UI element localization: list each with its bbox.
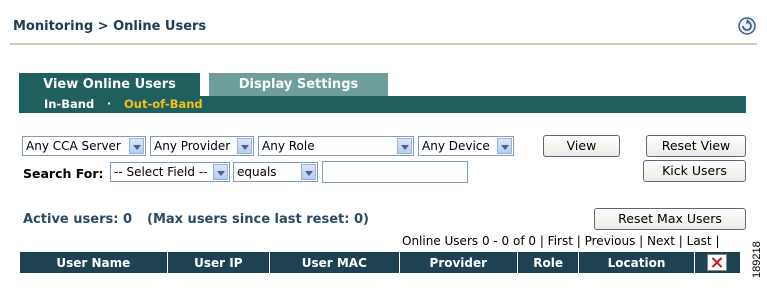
col-delete[interactable] (693, 251, 742, 274)
max-users-since-reset: (Max users since last reset: 0) (147, 212, 369, 227)
role-select[interactable]: Any Role (258, 136, 414, 156)
provider-select[interactable]: Any Provider (150, 136, 254, 156)
col-user-ip[interactable]: User IP (166, 251, 271, 274)
device-value: Any Device (422, 139, 490, 153)
pager-last-link[interactable]: Last (687, 234, 712, 248)
subtab-in-band[interactable]: In-Band (44, 97, 94, 111)
provider-value: Any Provider (154, 139, 231, 153)
cca-server-value: Any CCA Server (26, 139, 121, 153)
search-for-label: Search For: (23, 166, 104, 181)
reset-max-users-button[interactable]: Reset Max Users (594, 208, 746, 230)
subtab-out-of-band[interactable]: Out-of-Band (124, 97, 203, 111)
figure-id: 189218 (751, 241, 763, 278)
pager-first-link[interactable]: First (548, 234, 573, 248)
search-field-select[interactable]: -- Select Field -- (110, 162, 230, 182)
page-title: Monitoring > Online Users (13, 19, 207, 34)
device-select[interactable]: Any Device (418, 136, 514, 156)
col-user-name[interactable]: User Name (19, 251, 168, 274)
refresh-help-icon[interactable] (737, 16, 757, 36)
col-user-mac[interactable]: User MAC (269, 251, 400, 274)
pager-previous-link[interactable]: Previous (585, 234, 636, 248)
online-users-table: User Name User IP User MAC Provider Role… (19, 251, 742, 274)
header-divider (10, 43, 757, 45)
chevron-down-icon (237, 138, 252, 154)
pager: Online Users 0 - 0 of 0 | First | Previo… (402, 234, 720, 248)
chevron-down-icon (129, 138, 144, 154)
col-location[interactable]: Location (578, 251, 695, 274)
operator-value: equals (237, 165, 277, 179)
pager-summary: Online Users 0 - 0 of 0 (402, 234, 536, 248)
chevron-down-icon (213, 164, 228, 180)
active-users-count: Active users: 0 (23, 212, 132, 227)
chevron-down-icon (497, 138, 512, 154)
pager-next-link[interactable]: Next (647, 234, 675, 248)
tab-view-online-users[interactable]: View Online Users (19, 73, 200, 96)
subtab-separator: · (107, 97, 112, 110)
delete-icon[interactable] (707, 254, 728, 271)
kick-users-button[interactable]: Kick Users (643, 160, 746, 182)
chevron-down-icon (397, 138, 412, 154)
tab-display-settings[interactable]: Display Settings (209, 73, 388, 96)
figure-id-text: 189218 (751, 241, 763, 278)
operator-select[interactable]: equals (233, 162, 318, 182)
chevron-down-icon (301, 164, 316, 180)
view-button[interactable]: View (543, 135, 620, 157)
search-field-value: -- Select Field -- (114, 165, 208, 179)
col-provider[interactable]: Provider (398, 251, 519, 274)
role-value: Any Role (262, 139, 315, 153)
col-role[interactable]: Role (517, 251, 580, 274)
search-input[interactable] (322, 161, 468, 183)
cca-server-select[interactable]: Any CCA Server (22, 136, 146, 156)
reset-view-button[interactable]: Reset View (646, 135, 746, 157)
table-header-row: User Name User IP User MAC Provider Role… (19, 251, 742, 274)
